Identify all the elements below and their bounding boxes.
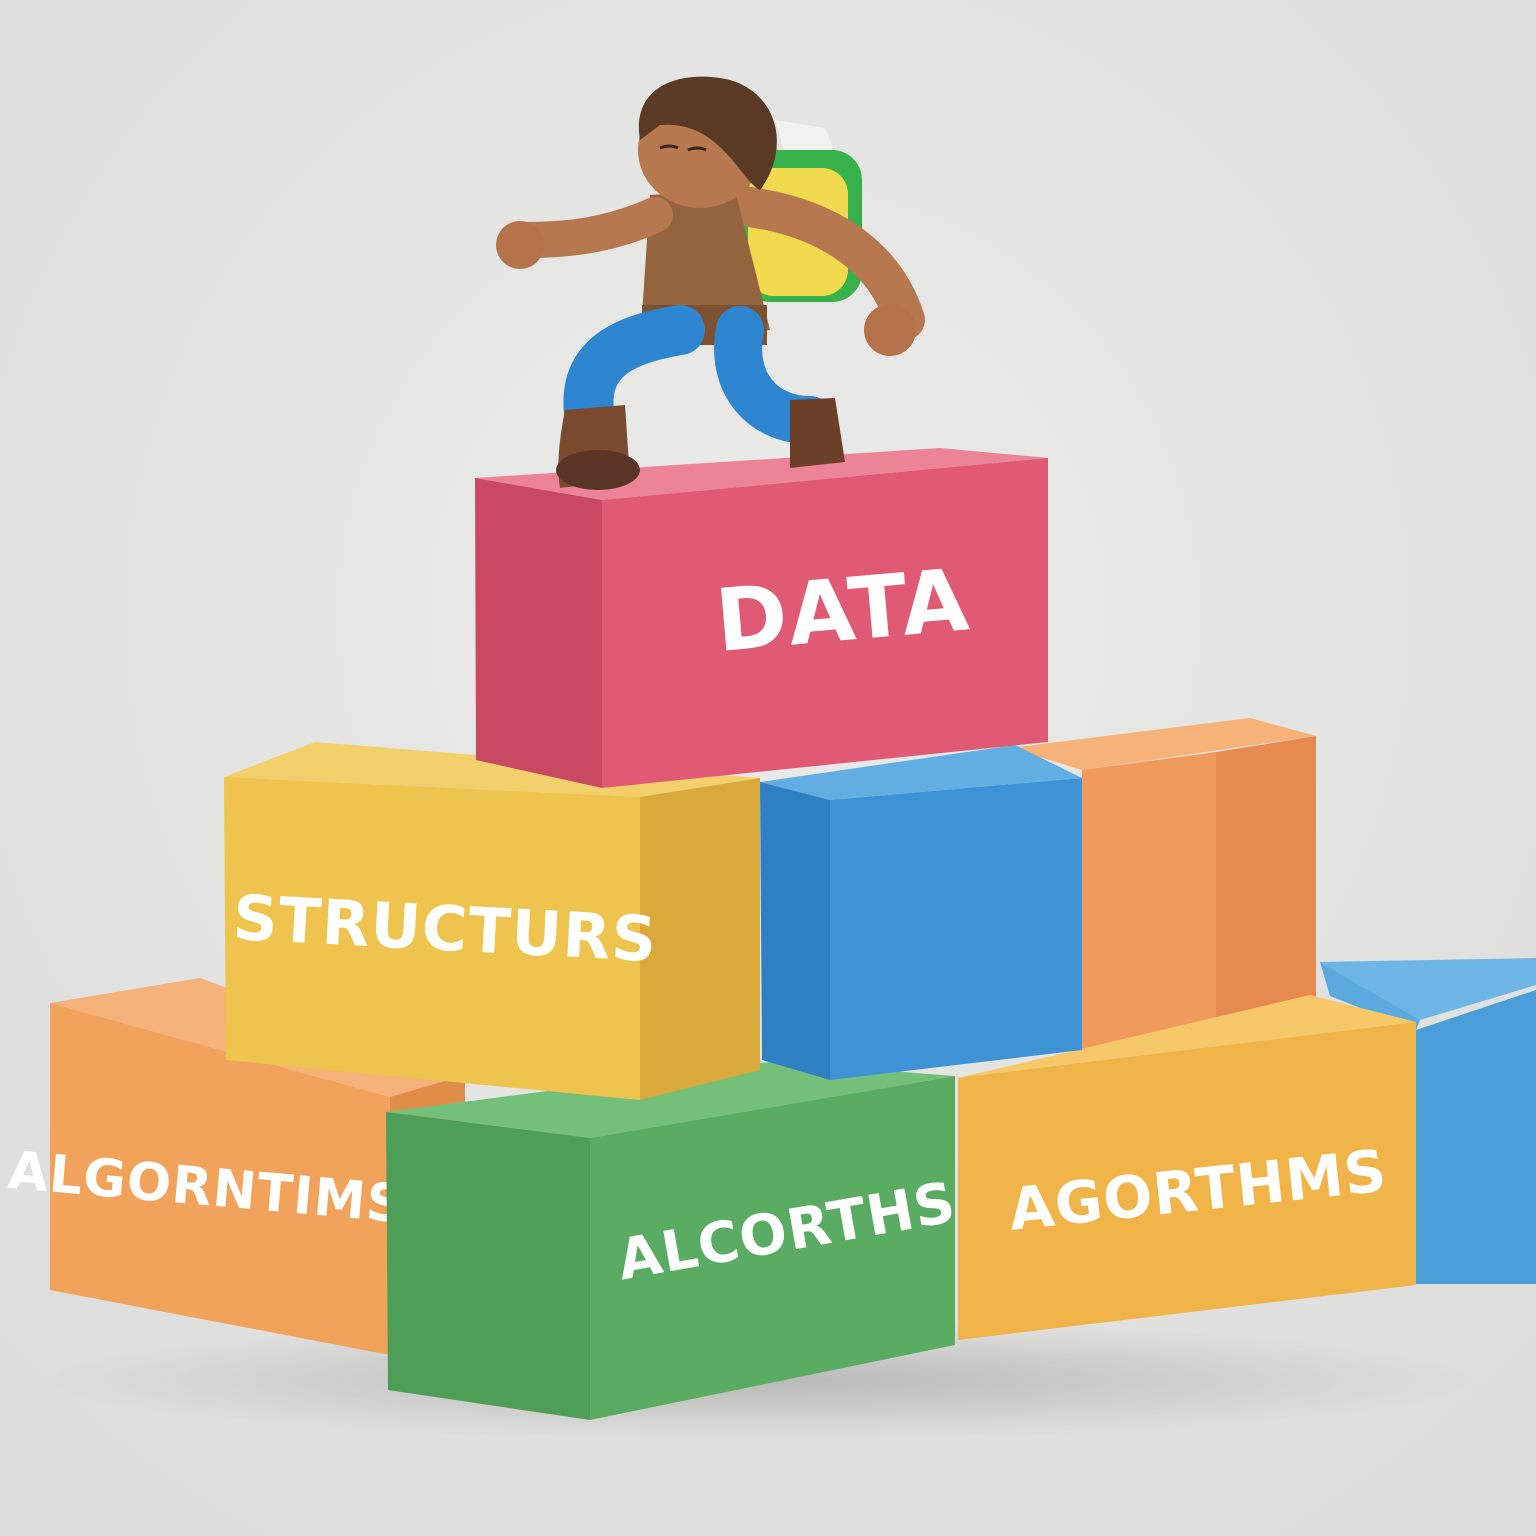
figure-fist-right [864,304,916,356]
figure-fist-left [496,221,544,269]
block-yellow-middle: STRUCTURS [224,742,760,1100]
block-blue-middle [760,745,1082,1080]
toy-blocks-scene: ALGORNTIMS AGORTHMS ALCORTHS STRUCTURS D… [0,0,1536,1536]
block-pink-top: DATA [475,448,1048,788]
